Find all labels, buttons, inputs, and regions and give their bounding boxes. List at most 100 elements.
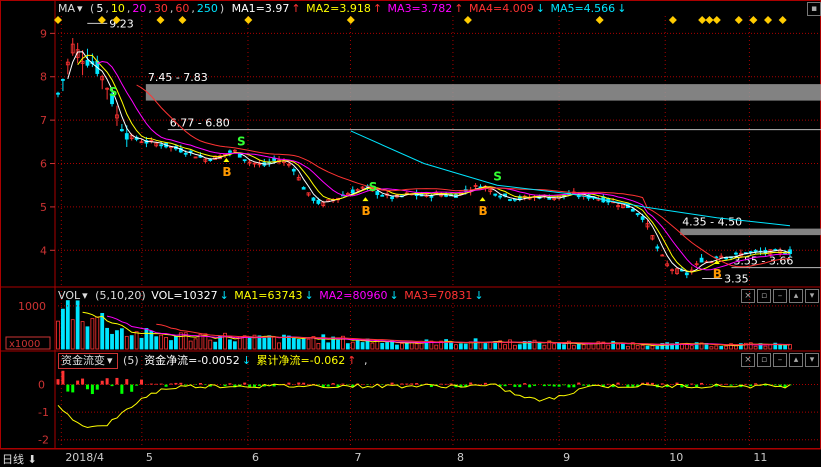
flow-panel-controls: × ▫ – ▴ ▾ xyxy=(741,353,819,367)
flow-bar xyxy=(503,384,507,387)
flow-bar xyxy=(749,384,753,387)
ma-params: (5, 10, 20, 30, 60, 250) xyxy=(90,2,226,15)
volume-bar xyxy=(454,344,458,350)
volume-bar xyxy=(262,337,267,350)
volume-bar xyxy=(625,345,630,350)
flow-bar xyxy=(754,383,758,385)
indicator-value: MA1=3.97 xyxy=(231,2,290,15)
candle-body xyxy=(684,272,689,276)
volume-bar xyxy=(399,343,404,350)
trend-arrow-icon: ↑ xyxy=(291,2,305,15)
volume-bar xyxy=(228,339,232,350)
volume-bar xyxy=(56,320,60,350)
x-axis-label: 6 xyxy=(251,451,259,464)
down-icon[interactable]: ▾ xyxy=(805,353,819,367)
flow-bar xyxy=(469,382,473,385)
event-diamond-icon xyxy=(97,16,106,24)
trend-arrow-icon: ↓ xyxy=(241,354,255,367)
signal-label: B xyxy=(222,165,231,179)
minus-icon[interactable]: – xyxy=(773,289,787,303)
flow-bar xyxy=(95,384,99,390)
indicator-select[interactable]: 资金流变 ▾ xyxy=(58,353,118,369)
cumulative-flow-line xyxy=(57,383,791,429)
flow-bar xyxy=(307,383,311,385)
flow-bar xyxy=(542,384,546,387)
volume-bar xyxy=(134,331,139,350)
volume-bar xyxy=(434,344,439,350)
indicator-value: VOL=10327 xyxy=(151,289,218,302)
flow-bar xyxy=(513,384,517,387)
flow-bar xyxy=(567,384,571,388)
volume-bar xyxy=(763,345,768,350)
volume-bar xyxy=(473,338,478,350)
minimize-icon[interactable]: ▪ xyxy=(807,2,821,16)
indicator-value: MA1=63743 xyxy=(234,289,303,302)
volume-bar xyxy=(542,344,547,350)
ma-param: 60 xyxy=(175,2,190,15)
volume-bar xyxy=(606,344,611,350)
extreme-label: 3.35 xyxy=(724,272,749,285)
x-axis-label: 5 xyxy=(145,451,153,464)
candle-body xyxy=(291,168,296,172)
volume-bar xyxy=(193,338,198,350)
flow-bar xyxy=(508,383,512,385)
volume-bar xyxy=(174,336,178,350)
volume-bar xyxy=(635,345,640,350)
volume-bar xyxy=(70,319,75,350)
flow-bar xyxy=(719,383,723,385)
trend-arrow-icon: ↑ xyxy=(454,2,467,15)
event-diamond-icon xyxy=(463,16,472,24)
event-diamond-icon xyxy=(346,16,355,24)
signal-label: B xyxy=(479,204,488,218)
x-axis-label: 10 xyxy=(669,451,684,464)
candle-body xyxy=(183,152,188,155)
vol-menu-button[interactable]: VOL ▾ xyxy=(58,289,90,302)
volume-bar xyxy=(508,339,512,350)
band-label: 7.45 - 7.83 xyxy=(148,71,208,84)
volume-bar xyxy=(562,344,566,350)
flow-bar xyxy=(326,384,330,387)
trend-arrow-icon: ↓ xyxy=(617,2,627,15)
candle-body xyxy=(61,79,65,81)
up-icon[interactable]: ▴ xyxy=(789,289,803,303)
flow-indicator-header: 资金流变 ▾ (5) 资金净流=-0.0052 ↓ 累计净流=-0.062 ↑ , xyxy=(58,353,369,369)
candle-body xyxy=(228,150,232,153)
flow-bar xyxy=(341,383,345,385)
kline-chart[interactable]: 4567897.45 - 7.834.35 - 4.506.77 - 6.803… xyxy=(0,0,821,467)
flow-bar xyxy=(606,383,610,385)
volume-bar xyxy=(753,345,758,350)
volume-bar xyxy=(100,313,105,350)
volume-bar xyxy=(129,335,134,350)
volume-bar xyxy=(316,342,321,350)
period-button[interactable]: 日线 ⬇ xyxy=(2,451,37,467)
window-icon[interactable]: ▫ xyxy=(757,353,771,367)
buy-arrow-icon xyxy=(479,197,486,202)
flow-bar xyxy=(400,383,404,385)
ma-menu-button[interactable]: MA ▾ xyxy=(58,2,85,15)
trend-arrow-icon: ↓ xyxy=(535,2,549,15)
ma-param: 30 xyxy=(153,2,168,15)
flow-bar xyxy=(140,379,144,385)
volume-bar xyxy=(355,339,360,350)
main-panel-controls: ▪ xyxy=(807,2,821,16)
flow-bar xyxy=(390,382,394,385)
ma-line xyxy=(136,84,791,268)
vol-panel-controls: × ▫ – ▴ ▾ xyxy=(741,289,819,303)
event-diamond-icon xyxy=(178,16,187,24)
signal-label: S xyxy=(369,180,378,194)
volume-bar xyxy=(306,338,311,350)
volume-bar xyxy=(724,345,729,350)
minus-icon[interactable]: – xyxy=(773,353,787,367)
flow-bar xyxy=(439,383,443,385)
window-icon[interactable]: ▫ xyxy=(757,289,771,303)
ma-param: , xyxy=(126,2,131,15)
flow-bar xyxy=(179,382,183,385)
trend-arrow-icon: ↓ xyxy=(304,289,318,302)
dropdown-icon: ▾ xyxy=(82,289,88,302)
down-icon[interactable]: ▾ xyxy=(805,289,819,303)
flow-bar xyxy=(228,383,232,385)
flow-bar xyxy=(149,383,153,385)
close-icon[interactable]: × xyxy=(741,289,755,303)
close-icon[interactable]: × xyxy=(741,353,755,367)
up-icon[interactable]: ▴ xyxy=(789,353,803,367)
